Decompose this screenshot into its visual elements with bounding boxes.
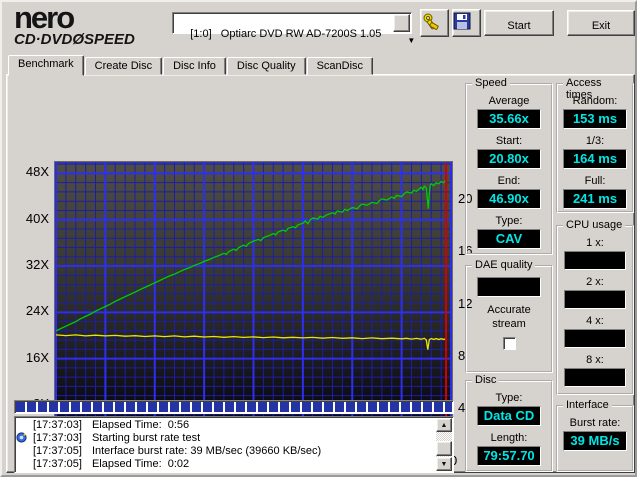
speed-group-title: Speed	[472, 77, 510, 89]
log-time: [17:37:03]	[33, 418, 82, 431]
tab-strip: Benchmark Create Disc Disc Info Disc Qualit…	[8, 54, 374, 76]
cpu_usage-field-value	[564, 290, 626, 309]
cpu_usage-field-value	[564, 368, 626, 387]
y-left-tick-label: 16X	[25, 349, 49, 365]
access_times-field-value: 241 ms	[563, 189, 627, 209]
y-left-tick-label: 24X	[25, 303, 49, 319]
options-button[interactable]	[420, 9, 449, 37]
disc-field-label: Type:	[495, 392, 523, 404]
dae-quality-group: DAE quality Accurate stream	[465, 259, 553, 373]
log-row[interactable]: [17:37:05] Interface burst rate: 39 MB/se…	[16, 444, 436, 457]
log-time: [17:37:05]	[33, 444, 82, 457]
rotational-speed-line	[56, 334, 447, 350]
accurate-stream-checkbox[interactable]	[502, 337, 516, 350]
tab-disc-info[interactable]: Disc Info	[163, 57, 226, 75]
cpu_usage-field-value	[564, 329, 626, 348]
log-row[interactable]: [17:37:05] Elapsed Time: 0:02	[16, 457, 436, 470]
disc-field-label: Length:	[490, 432, 528, 444]
scroll-up-button[interactable]: ▲	[436, 418, 452, 432]
log-text: Elapsed Time: 0:56	[91, 418, 190, 431]
drive-select-arrow-button[interactable]: ▼	[393, 14, 415, 45]
speed-group: Speed Average 35.66x Start: 20.80x End: 46.90…	[465, 77, 553, 255]
log-text: Elapsed Time: 0:02	[91, 457, 190, 470]
disc-group: Disc Type: Data CD Length: 79:57.70	[465, 374, 553, 472]
disc-group-title: Disc	[472, 374, 500, 386]
scrollbar-thumb[interactable]	[436, 441, 452, 456]
log-time: [17:37:03]	[33, 431, 82, 444]
interface-field-label: Burst rate:	[569, 417, 621, 429]
access_times-field-label: Random:	[572, 95, 618, 107]
start-button[interactable]: Start	[484, 10, 554, 36]
drive-select-value: [1:0] Optiarc DVD RW AD-7200S 1.05	[190, 28, 382, 40]
save-icon	[453, 12, 480, 30]
speed-field-label: Average	[488, 95, 530, 107]
progress-bar	[14, 400, 454, 414]
cpu_usage-field-value	[564, 251, 626, 270]
y-left-tick-label: 32X	[25, 257, 49, 272]
speed-field-value: 46.90x	[477, 189, 541, 209]
access-times-group: Access times Random: 153 ms 1/3: 164 ms Full…	[556, 77, 634, 213]
speed-field-label: End:	[497, 175, 521, 187]
access_times-field-label: Full:	[584, 175, 606, 187]
speed-field-value: 20.80x	[477, 149, 541, 169]
log-row[interactable]: [17:37:03] Elapsed Time: 0:56	[16, 418, 436, 431]
exit-button[interactable]: Exit	[567, 10, 635, 36]
logo-cdspeed-text: CD·DVDØSPEED	[14, 31, 135, 48]
log-scrollbar[interactable]: ▲ ▼	[436, 418, 452, 471]
disc-field-value: Data CD	[477, 406, 541, 426]
y-left-tick-label: 40X	[25, 210, 49, 226]
chevron-down-icon: ▼	[407, 36, 416, 45]
progress-bar-fill	[16, 402, 452, 412]
read-speed-line	[56, 179, 447, 332]
speed-field-label: Type:	[495, 215, 523, 227]
drive-select[interactable]: [1:0] Optiarc DVD RW AD-7200S 1.05 ▼	[172, 12, 415, 45]
access_times-field-value: 164 ms	[563, 149, 627, 169]
cpu-usage-group-title: CPU usage	[563, 219, 626, 231]
log-box: [17:37:03] Elapsed Time: 0:56 [17:37:03] St…	[14, 416, 454, 473]
save-button[interactable]	[452, 9, 481, 37]
logo-nero-text: nero	[14, 0, 75, 35]
arrow-up-icon: ▲	[440, 422, 448, 429]
log-time: [17:37:05]	[33, 457, 82, 470]
y-left-tick-label: 48X	[25, 164, 49, 180]
benchmark-chart: 8X16X24X32X40X48X48121620010203040506070…	[7, 75, 472, 468]
speed-field-value: CAV	[477, 229, 541, 249]
interface-group: Interface Burst rate: 39 MB/s	[556, 399, 634, 472]
log-list: [17:37:03] Elapsed Time: 0:56 [17:37:03] St…	[16, 418, 436, 471]
tab-create-disc[interactable]: Create Disc	[84, 57, 163, 75]
nero-logo: nero CD·DVDØSPEED	[14, 0, 174, 48]
interface-group-title: Interface	[563, 399, 612, 411]
cpu_usage-field-label: 1 x:	[586, 237, 604, 249]
log-test-icon	[16, 432, 33, 443]
dae-quality-group-title: DAE quality	[472, 259, 536, 271]
arrow-down-icon: ▼	[440, 461, 448, 468]
access_times-field-value: 153 ms	[563, 109, 627, 129]
log-text: Starting burst rate test	[91, 431, 201, 444]
speed-field-label: Start:	[495, 135, 523, 147]
disc-field-value: 79:57.70	[477, 446, 541, 466]
cpu_usage-field-label: 8 x:	[586, 354, 604, 366]
cpu-usage-group: CPU usage 1 x: 2 x: 4 x: 8 x:	[556, 219, 634, 395]
tab-scandisc[interactable]: ScanDisc	[306, 57, 374, 75]
log-row[interactable]: [17:37:03] Starting burst rate test	[16, 431, 436, 444]
tab-benchmark[interactable]: Benchmark	[8, 55, 84, 76]
accurate-stream-label: Accurate stream	[487, 304, 531, 330]
access_times-field-label: 1/3:	[585, 135, 605, 147]
cpu_usage-field-label: 4 x:	[586, 315, 604, 327]
speed-field-value: 35.66x	[477, 109, 541, 129]
options-icon	[421, 12, 448, 32]
cpu_usage-field-label: 2 x:	[586, 276, 604, 288]
interface-field-value: 39 MB/s	[563, 431, 627, 451]
tab-disc-quality[interactable]: Disc Quality	[226, 57, 306, 75]
app-window: nero CD·DVDØSPEED [1:0] Optiarc DVD RW A…	[0, 0, 637, 477]
scroll-down-button[interactable]: ▼	[436, 457, 452, 471]
log-text: Interface burst rate: 39 MB/sec (39660 K…	[91, 444, 322, 457]
benchmark-tab-page: 8X16X24X32X40X48X48121620010203040506070…	[6, 74, 635, 473]
dae-quality-value	[477, 277, 541, 297]
